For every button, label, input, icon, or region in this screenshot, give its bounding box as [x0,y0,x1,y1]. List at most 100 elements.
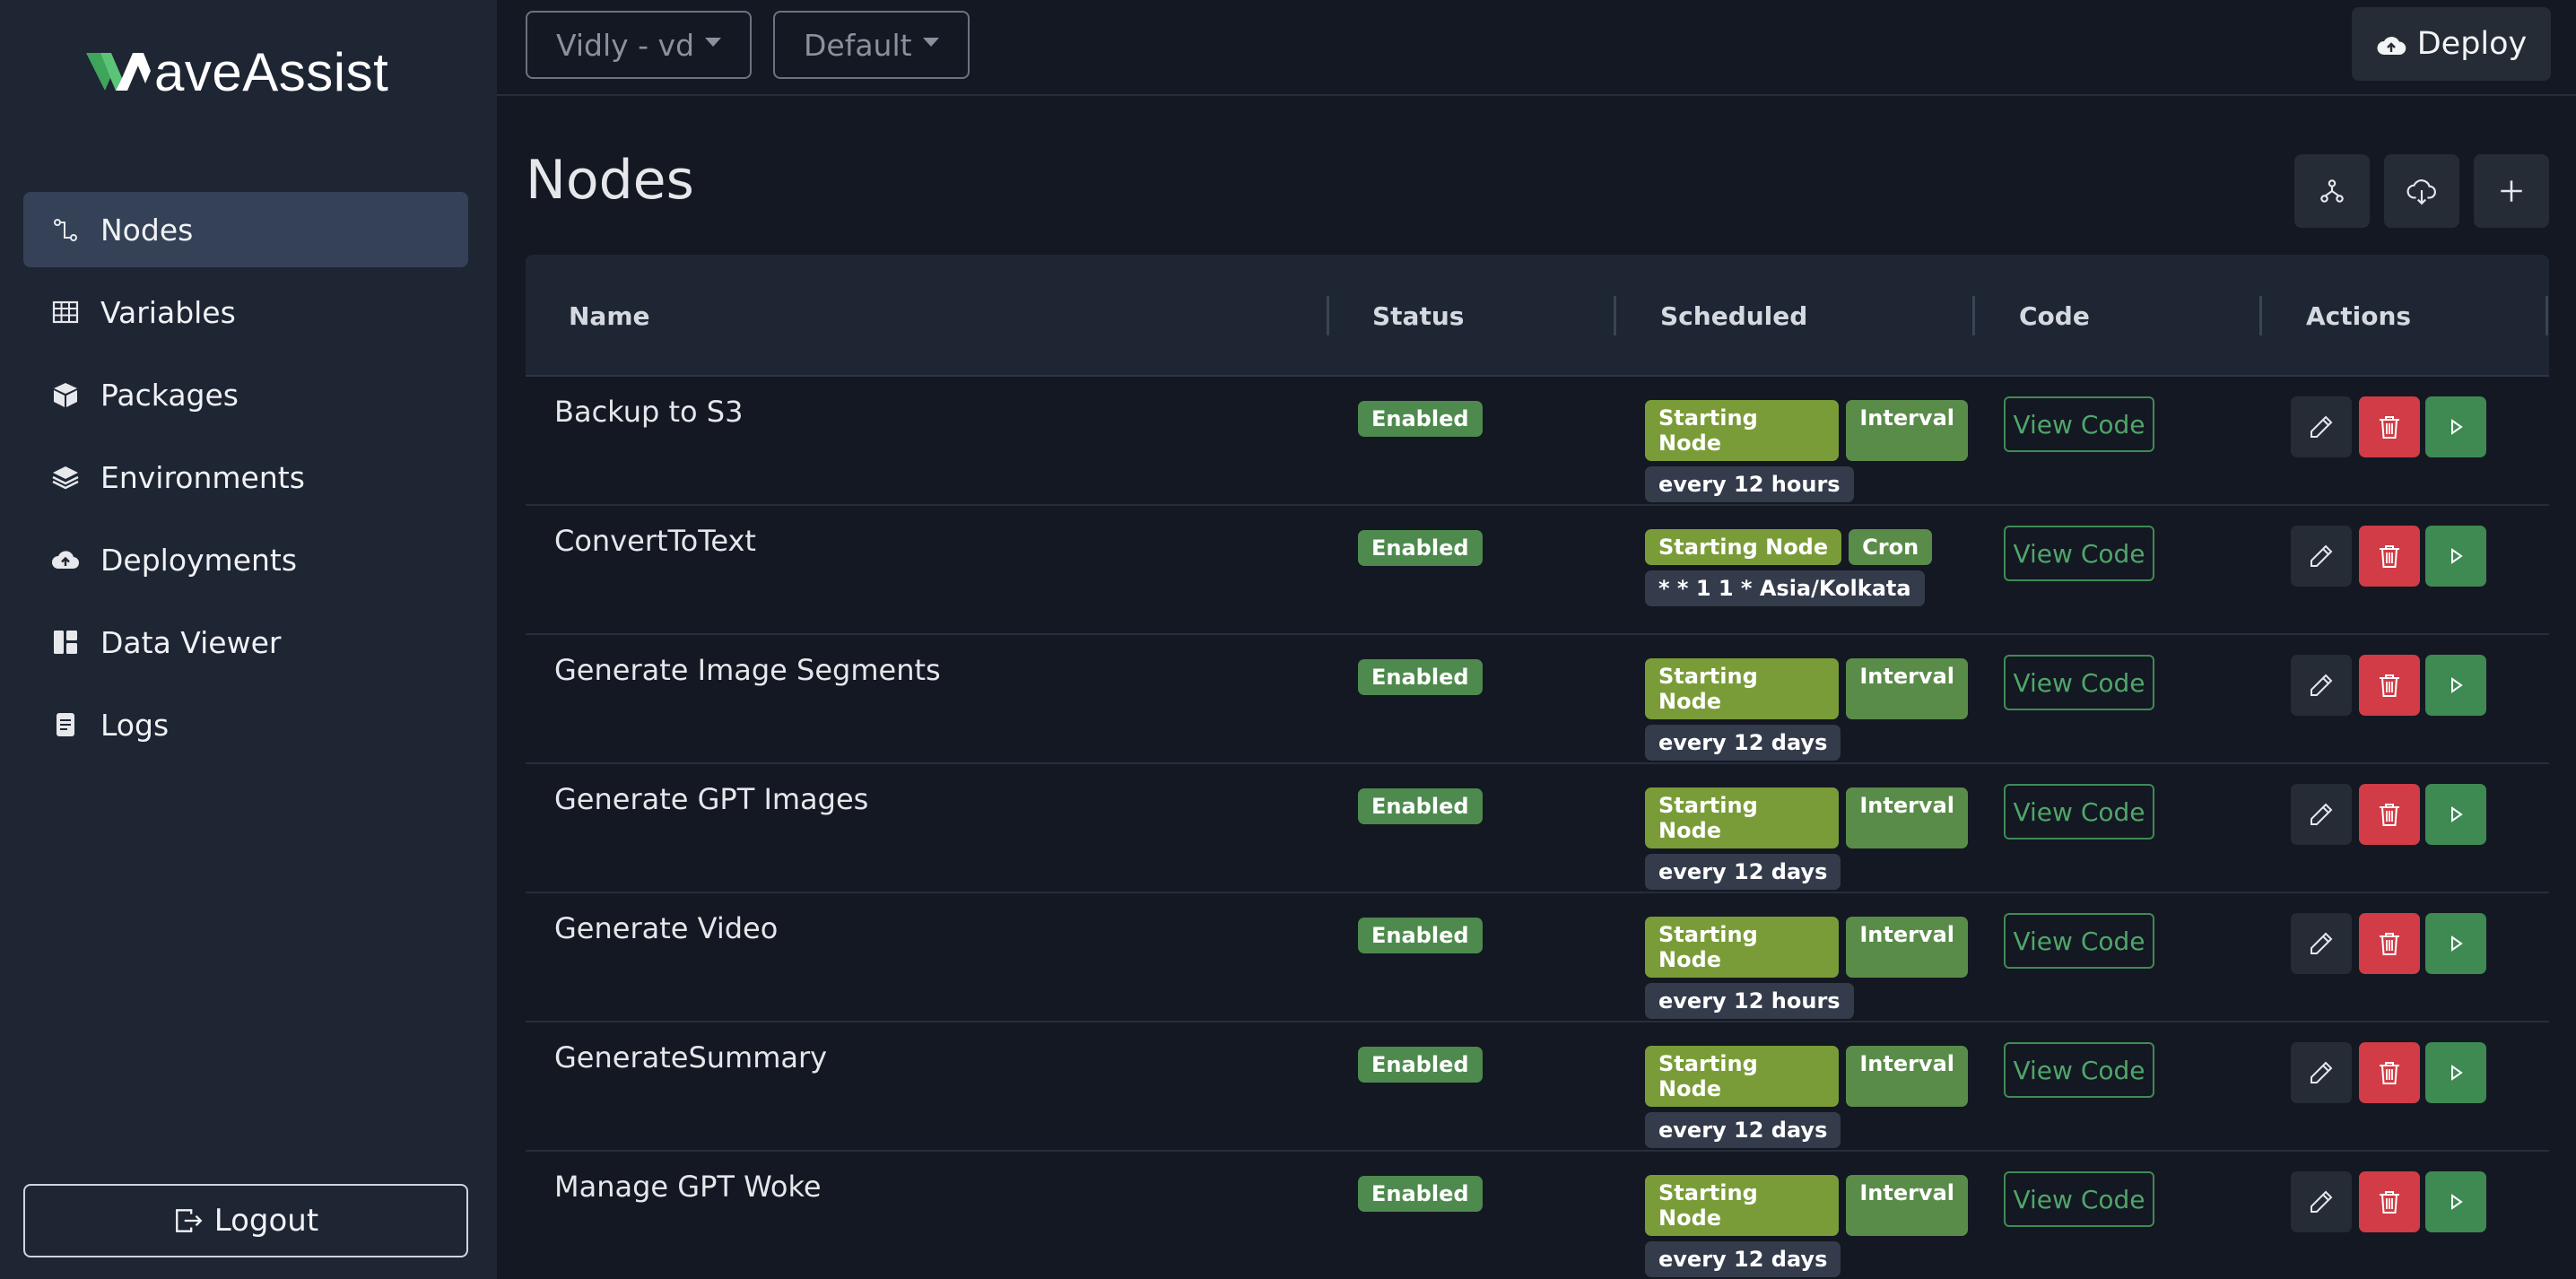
project-select[interactable]: Vidly - vd [526,11,753,79]
edit-button[interactable] [2291,396,2352,457]
sidebar-item-label: Environments [100,459,305,495]
sidebar-item-environments[interactable]: Environments [23,439,468,515]
trash-icon [2380,804,2399,826]
nodes-table: Name Status Scheduled Code Actions Backu… [526,255,2549,1279]
table-row: ConvertToText Enabled Starting Node Cron… [526,506,2549,635]
trash-icon [2380,933,2399,955]
status-badge: Enabled [1358,659,1483,695]
sidebar: aveAssist Nodes Variables Packages Envir… [0,0,497,1279]
trash-icon [2380,545,2399,568]
schedule-type-badge: Interval [1846,917,1968,978]
view-code-button[interactable]: View Code [2004,526,2154,581]
deploy-button[interactable]: Deploy [2352,7,2551,81]
run-button[interactable] [2425,913,2486,974]
run-button[interactable] [2425,526,2486,587]
schedule-detail-badge: * * 1 1 * Asia/Kolkata [1645,570,1925,606]
starting-node-badge: Starting Node [1645,658,1840,719]
table-body: Backup to S3 Enabled Starting Node Inter… [526,377,2549,1279]
table-row: Backup to S3 Enabled Starting Node Inter… [526,377,2549,506]
sidebar-item-logs[interactable]: Logs [23,687,468,762]
table-row: GenerateSummary Enabled Starting Node In… [526,1022,2549,1152]
node-name[interactable]: Generate Image Segments [554,653,941,687]
pencil-icon [2311,803,2333,825]
run-button[interactable] [2425,1042,2486,1103]
starting-node-badge: Starting Node [1645,400,1840,461]
box-icon [50,379,81,410]
run-button[interactable] [2425,784,2486,845]
schedule-detail-badge: every 12 days [1645,1112,1841,1148]
environment-select[interactable]: Default [773,11,970,79]
play-icon [2451,419,2463,435]
column-header-scheduled[interactable]: Scheduled [1660,255,1807,377]
view-code-button[interactable]: View Code [2004,1171,2154,1227]
edit-button[interactable] [2291,913,2352,974]
edit-button[interactable] [2291,655,2352,716]
node-name[interactable]: Backup to S3 [554,395,743,429]
delete-button[interactable] [2359,1171,2420,1232]
column-header-name[interactable]: Name [569,255,650,377]
node-name[interactable]: GenerateSummary [554,1040,827,1075]
view-code-button[interactable]: View Code [2004,1042,2154,1098]
run-button[interactable] [2425,655,2486,716]
schedule-type-badge: Interval [1846,1046,1968,1107]
status-badge: Enabled [1358,918,1483,953]
app-logo[interactable]: aveAssist [86,36,388,108]
edit-button[interactable] [2291,784,2352,845]
pencil-icon [2311,415,2333,438]
node-name[interactable]: Manage GPT Woke [554,1170,822,1204]
run-button[interactable] [2425,1171,2486,1232]
node-graph-icon [2320,179,2344,203]
schedule-cell: Starting Node Interval every 12 hours [1645,400,1968,502]
logout-button[interactable]: Logout [23,1184,468,1257]
delete-button[interactable] [2359,655,2420,716]
environment-select-value: Default [804,27,912,63]
view-code-button[interactable]: View Code [2004,655,2154,710]
add-node-button[interactable] [2474,154,2549,228]
sidebar-item-nodes[interactable]: Nodes [23,192,468,267]
node-name[interactable]: Generate GPT Images [554,782,868,816]
status-badge: Enabled [1358,1047,1483,1083]
view-code-button[interactable]: View Code [2004,784,2154,840]
cloud-download-icon [2406,179,2436,205]
starting-node-badge: Starting Node [1645,1046,1840,1107]
schedule-type-badge: Interval [1846,658,1968,719]
schedule-detail-badge: every 12 days [1645,854,1841,890]
column-divider [1614,296,1616,335]
play-icon [2451,935,2463,952]
chevron-down-icon [922,38,939,47]
delete-button[interactable] [2359,913,2420,974]
schedule-type-badge: Interval [1846,787,1968,848]
node-name[interactable]: Generate Video [554,911,778,945]
sidebar-item-packages[interactable]: Packages [23,357,468,432]
node-graph-button[interactable] [2294,154,2370,228]
delete-button[interactable] [2359,784,2420,845]
delete-button[interactable] [2359,396,2420,457]
schedule-detail-badge: every 12 days [1645,725,1841,761]
delete-button[interactable] [2359,526,2420,587]
table-row: Generate Video Enabled Starting Node Int… [526,893,2549,1022]
view-code-button[interactable]: View Code [2004,913,2154,969]
edit-button[interactable] [2291,526,2352,587]
status-badge: Enabled [1358,401,1483,437]
schedule-cell: Starting Node Interval every 12 hours [1645,917,1968,1019]
schedule-cell: Starting Node Interval every 12 days [1645,1175,1968,1277]
schedule-cell: Starting Node Interval every 12 days [1645,658,1968,761]
edit-button[interactable] [2291,1171,2352,1232]
view-code-button[interactable]: View Code [2004,396,2154,452]
run-button[interactable] [2425,396,2486,457]
schedule-type-badge: Cron [1849,529,1933,565]
edit-button[interactable] [2291,1042,2352,1103]
column-header-code[interactable]: Code [2019,255,2090,377]
delete-button[interactable] [2359,1042,2420,1103]
sidebar-item-data-viewer[interactable]: Data Viewer [23,605,468,680]
sidebar-item-deployments[interactable]: Deployments [23,522,468,597]
column-header-status[interactable]: Status [1372,255,1464,377]
sidebar-item-variables[interactable]: Variables [23,274,468,350]
column-divider [1327,296,1329,335]
node-name[interactable]: ConvertToText [554,524,756,558]
play-icon [2451,1065,2463,1081]
schedule-detail-badge: every 12 days [1645,1241,1841,1277]
cloud-download-button[interactable] [2384,154,2459,228]
chevron-down-icon [705,38,722,47]
starting-node-badge: Starting Node [1645,1175,1840,1236]
